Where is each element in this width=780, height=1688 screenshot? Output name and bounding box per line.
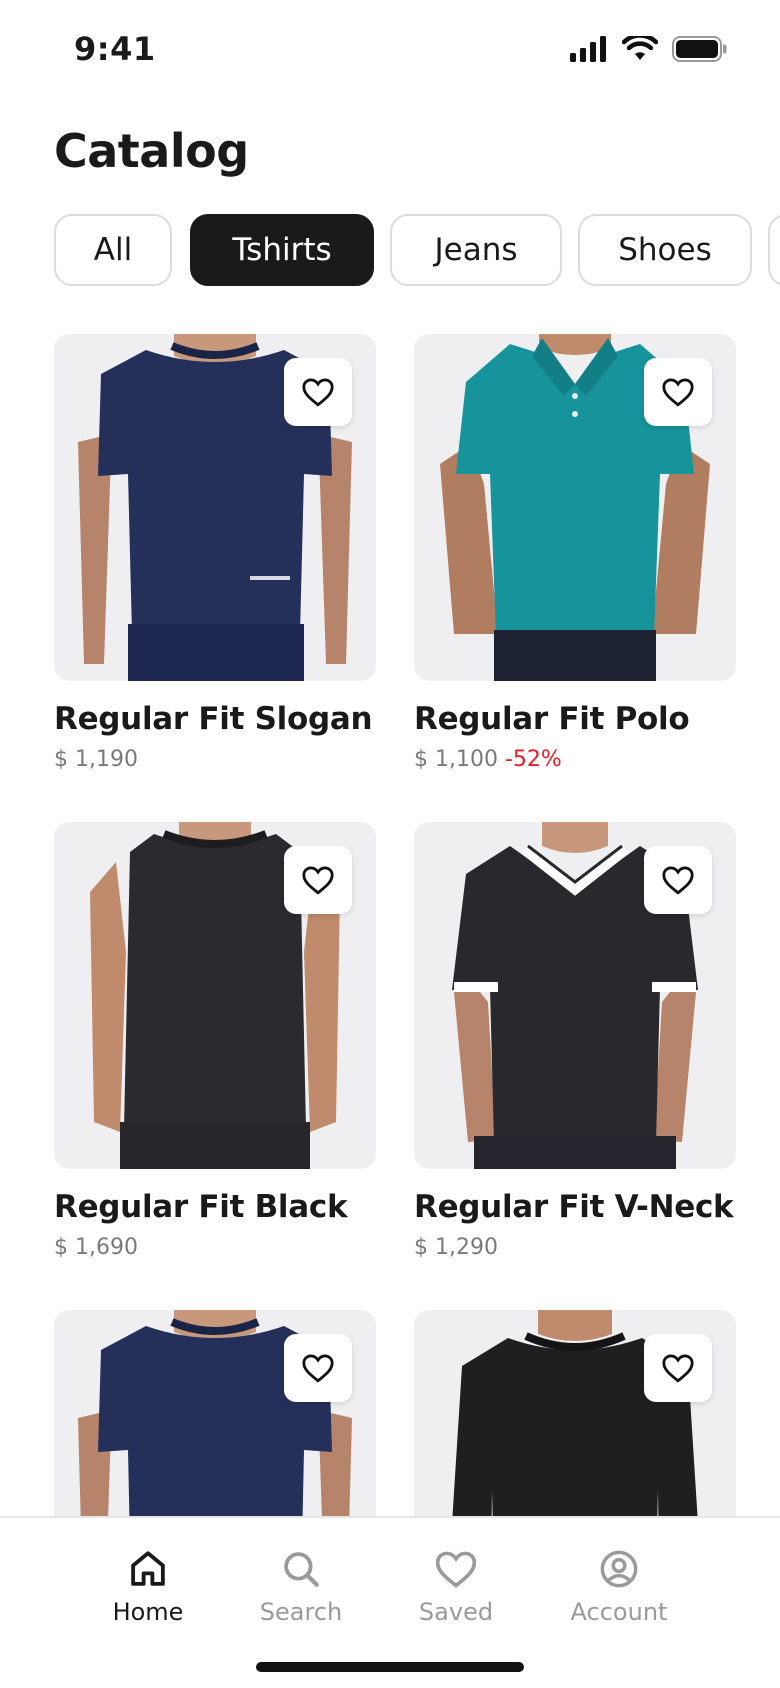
product-card[interactable] <box>414 1310 736 1516</box>
favorite-button[interactable] <box>284 358 352 426</box>
heart-icon <box>302 1354 334 1383</box>
product-image[interactable] <box>414 1310 736 1516</box>
price-value: $ 1,190 <box>54 747 138 772</box>
product-name[interactable]: Regular Fit Polo <box>414 701 736 737</box>
heart-icon <box>662 866 694 895</box>
tab-account-label: Account <box>570 1598 668 1626</box>
heart-icon <box>662 1354 694 1383</box>
product-image[interactable] <box>414 822 736 1169</box>
tab-search-label: Search <box>259 1598 343 1626</box>
discount-badge: -52% <box>504 747 562 772</box>
filter-chip-jeans[interactable]: Jeans <box>390 214 562 286</box>
product-image[interactable] <box>54 334 376 681</box>
favorite-button[interactable] <box>644 1334 712 1402</box>
favorite-button[interactable] <box>284 846 352 914</box>
battery-icon <box>672 36 727 62</box>
product-card[interactable]: Regular Fit V-Neck $ 1,290 <box>414 822 736 1260</box>
status-bar: 9:41 <box>0 0 780 100</box>
tab-saved[interactable]: Saved <box>386 1548 526 1626</box>
product-price: $ 1,690 <box>54 1235 376 1260</box>
filter-chip-more[interactable] <box>768 214 780 286</box>
product-card[interactable]: Regular Fit Black $ 1,690 <box>54 822 376 1260</box>
tab-saved-label: Saved <box>418 1598 494 1626</box>
cellular-signal-icon <box>570 36 606 62</box>
product-card[interactable]: Regular Fit Slogan $ 1,190 <box>54 334 376 772</box>
product-image[interactable] <box>54 1310 376 1516</box>
favorite-button[interactable] <box>284 1334 352 1402</box>
product-price: $ 1,100 -52% <box>414 747 736 772</box>
product-image[interactable] <box>54 822 376 1169</box>
account-icon <box>600 1550 638 1588</box>
page-title: Catalog <box>54 124 249 178</box>
product-price: $ 1,190 <box>54 747 376 772</box>
favorite-button[interactable] <box>644 358 712 426</box>
tab-search[interactable]: Search <box>231 1548 371 1626</box>
product-grid: Regular Fit Slogan $ 1,190 Regular Fit P… <box>54 334 736 1516</box>
product-name[interactable]: Regular Fit Black <box>54 1189 376 1225</box>
search-icon <box>284 1552 319 1587</box>
favorite-button[interactable] <box>644 846 712 914</box>
heart-icon <box>302 866 334 895</box>
price-value: $ 1,690 <box>54 1235 138 1260</box>
product-name[interactable]: Regular Fit Slogan <box>54 701 376 737</box>
product-price: $ 1,290 <box>414 1235 736 1260</box>
price-value: $ 1,290 <box>414 1235 498 1260</box>
status-icons <box>570 36 728 62</box>
filter-chip-tshirts[interactable]: Tshirts <box>190 214 374 286</box>
filter-chip-all[interactable]: All <box>54 214 172 286</box>
filter-chip-shoes[interactable]: Shoes <box>578 214 752 286</box>
product-image[interactable] <box>414 334 736 681</box>
heart-icon <box>302 378 334 407</box>
heart-icon <box>435 1551 477 1588</box>
price-value: $ 1,100 <box>414 747 498 772</box>
wifi-icon <box>622 36 658 60</box>
home-indicator <box>256 1662 524 1672</box>
tab-home[interactable]: Home <box>78 1548 218 1626</box>
tab-account[interactable]: Account <box>549 1548 689 1626</box>
tab-home-label: Home <box>112 1598 184 1626</box>
product-name[interactable]: Regular Fit V-Neck <box>414 1189 736 1225</box>
status-time: 9:41 <box>74 30 156 68</box>
home-icon <box>131 1551 165 1586</box>
heart-icon <box>662 378 694 407</box>
product-card[interactable]: Regular Fit Polo $ 1,100 -52% <box>414 334 736 772</box>
filter-chips: All Tshirts Jeans Shoes <box>54 214 780 288</box>
product-card[interactable] <box>54 1310 376 1516</box>
